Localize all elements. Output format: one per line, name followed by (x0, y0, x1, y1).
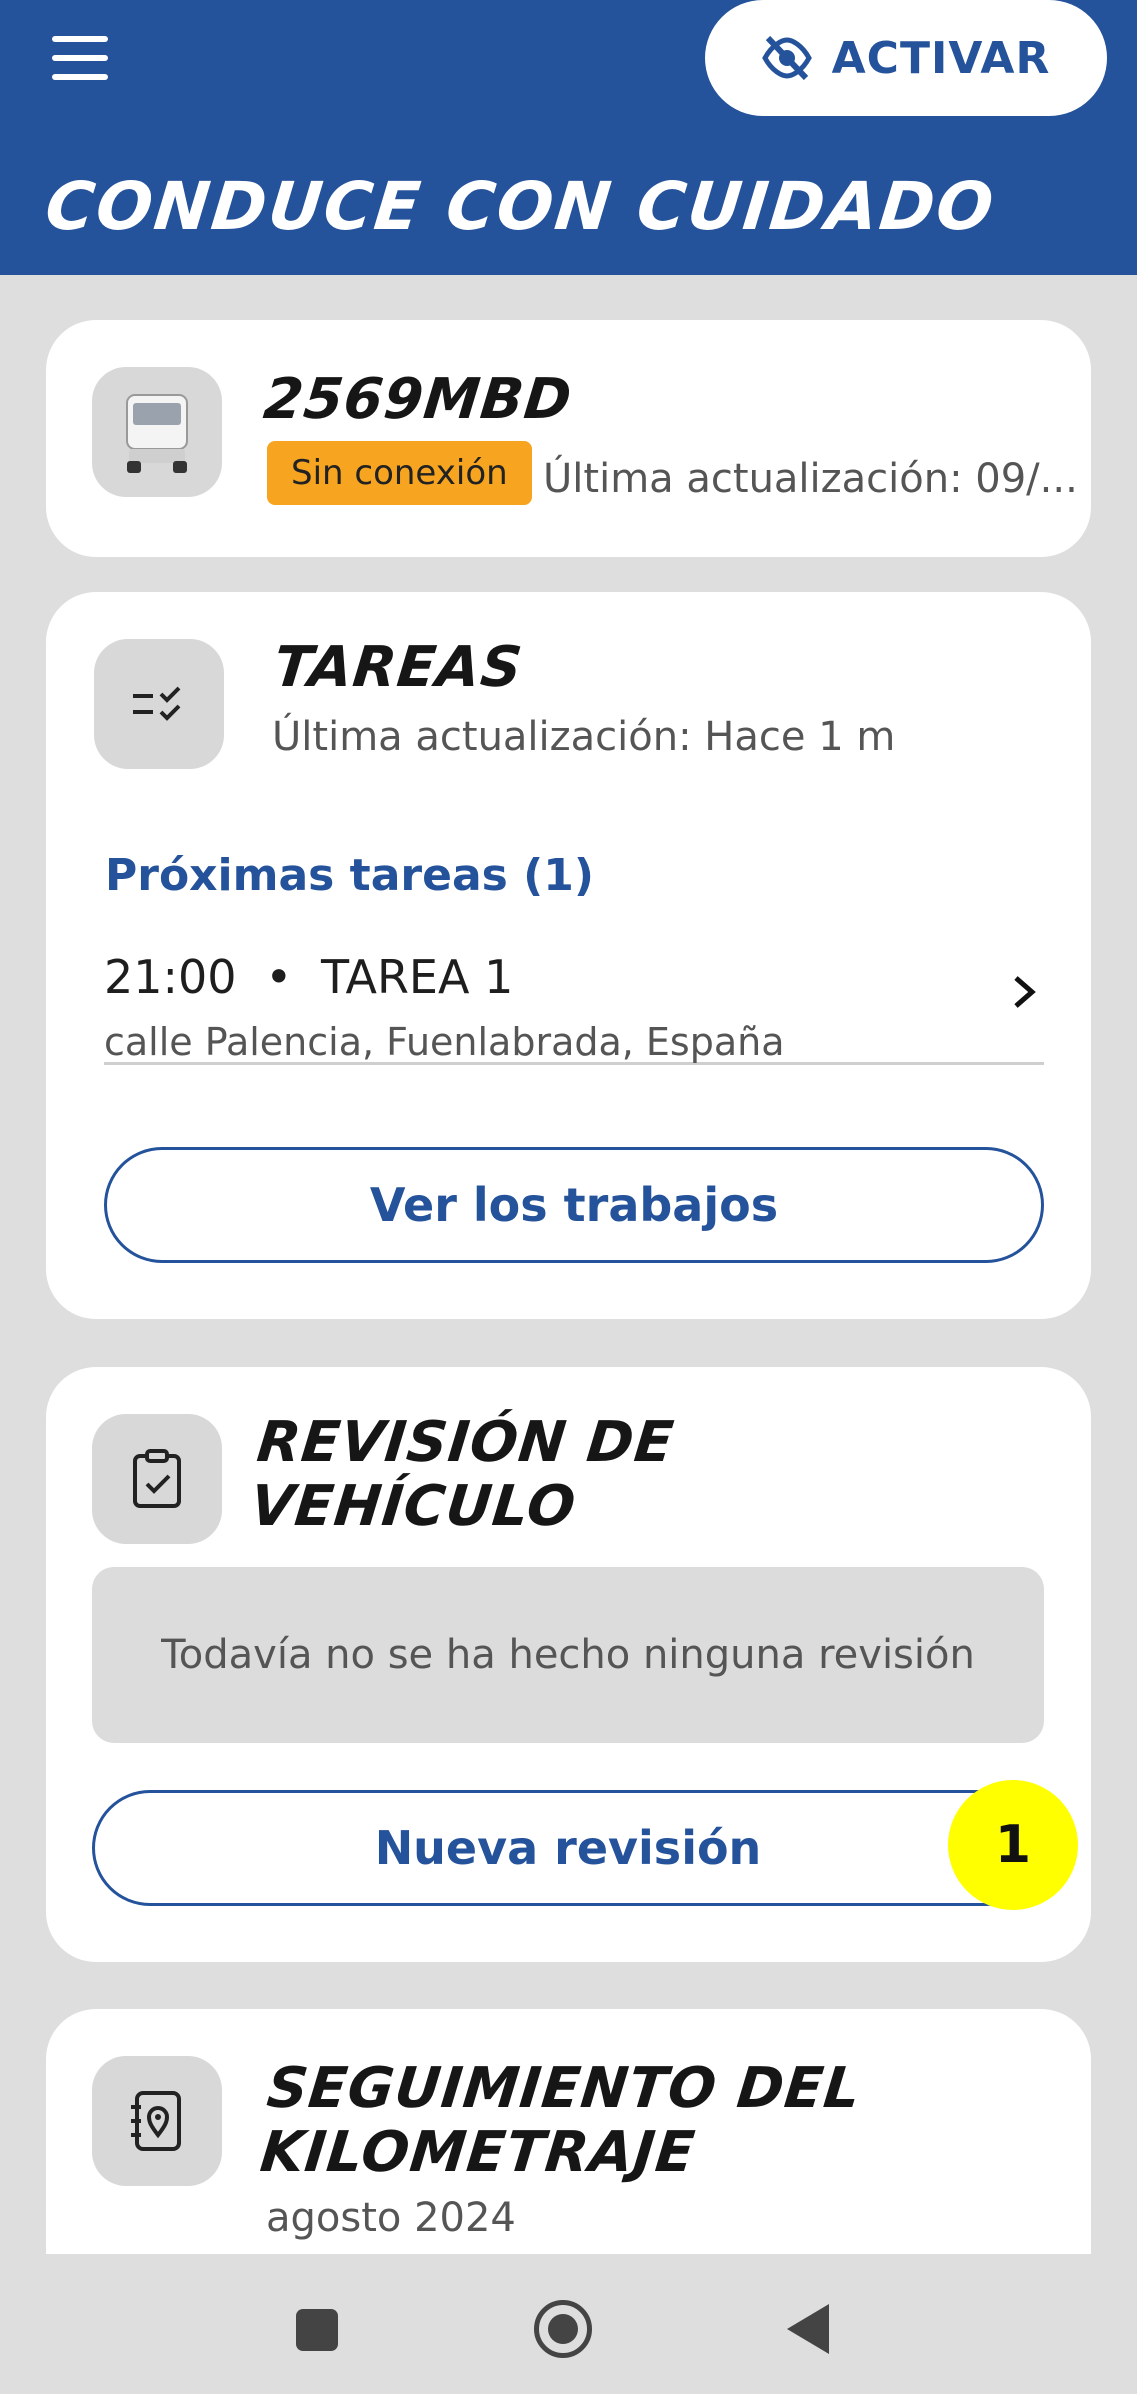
app-header: ACTIVAR CONDUCE CON CUIDADO (0, 0, 1137, 275)
step-marker: 1 (948, 1780, 1078, 1910)
vehicle-last-update: Última actualización: 09/... (543, 456, 1078, 502)
task-separator: • (265, 950, 293, 1004)
mileage-period: agosto 2024 (266, 2195, 516, 2241)
page-title: CONDUCE CON CUIDADO (41, 168, 999, 245)
activate-button[interactable]: ACTIVAR (705, 0, 1107, 116)
eye-off-icon (761, 36, 812, 80)
nav-recents-icon[interactable] (296, 2309, 338, 2351)
inspection-title-line2: VEHÍCULO (247, 1474, 580, 1539)
chevron-right-icon (1014, 976, 1036, 1008)
nav-back-icon[interactable] (785, 2302, 831, 2356)
task-row[interactable]: 21:00 • TAREA 1 calle Palencia, Fuenlabr… (104, 932, 1044, 1065)
inspection-card: REVISIÓN DE VEHÍCULO Todavía no se ha he… (46, 1367, 1091, 1962)
system-nav-bar (0, 2254, 1137, 2394)
tasks-last-update: Última actualización: Hace 1 m (272, 714, 896, 760)
upcoming-tasks-heading: Próximas tareas (1) (105, 850, 594, 901)
task-list-icon (94, 639, 224, 769)
vehicle-card[interactable]: 2569MBD Sin conexión Última actualizació… (46, 320, 1091, 557)
inspection-empty-state: Todavía no se ha hecho ninguna revisión (92, 1567, 1044, 1743)
mileage-title-line1: SEGUIMIENTO DEL (264, 2056, 865, 2121)
map-pin-book-icon (92, 2056, 222, 2186)
task-name: TAREA 1 (320, 950, 514, 1004)
tasks-card: TAREAS Última actualización: Hace 1 m Pr… (46, 592, 1091, 1319)
nav-home-icon[interactable] (534, 2300, 592, 2358)
inspection-title: REVISIÓN DE VEHÍCULO (247, 1410, 678, 1539)
truck-icon (92, 367, 222, 497)
view-jobs-button[interactable]: Ver los trabajos (104, 1147, 1044, 1263)
mileage-title-line2: KILOMETRAJE (257, 2120, 699, 2185)
mileage-title: SEGUIMIENTO DEL KILOMETRAJE (257, 2056, 865, 2185)
tasks-title: TAREAS (270, 635, 526, 700)
task-address: calle Palencia, Fuenlabrada, España (104, 1020, 785, 1064)
inspection-title-line1: REVISIÓN DE (254, 1410, 678, 1475)
menu-icon[interactable] (52, 36, 108, 80)
status-badge: Sin conexión (267, 441, 532, 505)
activate-label: ACTIVAR (831, 32, 1051, 84)
new-inspection-button[interactable]: Nueva revisión (92, 1790, 1044, 1906)
clipboard-check-icon (92, 1414, 222, 1544)
vehicle-plate: 2569MBD (260, 367, 576, 432)
task-time: 21:00 (104, 950, 237, 1004)
